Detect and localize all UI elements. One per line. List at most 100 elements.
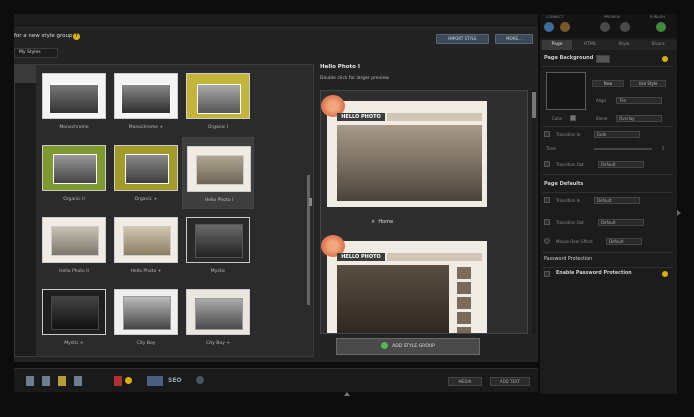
style-thumb-organic-ii[interactable]: Organic II <box>38 141 110 209</box>
thumb-label: Hello Photo + <box>130 269 162 274</box>
mouse-over-label: Mouse Over Effect <box>556 239 593 244</box>
more-button[interactable]: MORE... <box>495 34 533 44</box>
preview-photo <box>337 265 449 333</box>
chevron-right-icon[interactable] <box>677 210 681 216</box>
color-label: Color <box>552 116 563 121</box>
tab-page[interactable]: Page <box>542 40 572 50</box>
media-button[interactable]: MEDIA <box>448 377 482 386</box>
background-swatch[interactable] <box>546 72 586 110</box>
preview-page-1: HELLO PHOTO <box>321 95 487 207</box>
thumb-image <box>42 217 106 263</box>
time-label: Time <box>546 146 556 151</box>
thumb-image <box>114 145 178 191</box>
style-thumb-hello-photo-i[interactable]: Hello Photo I <box>182 137 254 209</box>
bottom-toolbar: SEO MEDIA ADD TEXT <box>14 368 538 392</box>
preview-icon[interactable] <box>600 22 610 32</box>
align-select[interactable]: Tile <box>616 97 662 104</box>
thumb-image <box>114 73 178 119</box>
panel-header: CONNECT PREVIEW PUBLISH <box>540 14 677 38</box>
enable-password-label: Enable Password Protection <box>556 271 632 276</box>
share-icon[interactable] <box>560 22 570 32</box>
mouse-over-select[interactable]: Default <box>606 238 642 245</box>
thumb-label: City Boy <box>136 341 156 346</box>
tab-my-styles[interactable]: My Styles <box>14 48 58 58</box>
add-style-group-label: ADD STYLE GROUP <box>392 344 435 349</box>
transition-out-toggle[interactable] <box>544 161 550 167</box>
publish-icon[interactable] <box>656 22 666 32</box>
page-settings-icon[interactable] <box>74 376 82 386</box>
connect-icon[interactable] <box>544 22 554 32</box>
style-thumb-monochrome-plus[interactable]: Monochrome + <box>110 69 182 137</box>
tab-html[interactable]: HTML <box>574 40 606 50</box>
tab-share[interactable]: Share <box>642 40 674 50</box>
help-icon[interactable]: ? <box>73 33 80 40</box>
layout-icon[interactable] <box>147 376 163 386</box>
connect-caption: CONNECT <box>546 15 564 19</box>
thumb-label: Mystic + <box>64 341 84 346</box>
enable-password-checkbox[interactable] <box>544 271 550 277</box>
blend-select[interactable]: Overlay <box>616 115 662 122</box>
thumb-label: City Boy + <box>206 341 230 346</box>
import-style-button[interactable]: IMPORT STYLE <box>436 34 489 44</box>
delete-icon[interactable] <box>114 376 122 386</box>
default-transition-out-toggle[interactable] <box>544 219 550 225</box>
style-thumb-mystic[interactable]: Mystic <box>182 213 254 281</box>
thumb-image <box>186 73 250 119</box>
thumb-label: Hello Photo I <box>204 198 234 203</box>
default-transition-out-select[interactable]: Default <box>598 219 644 226</box>
transition-in-toggle[interactable] <box>544 131 550 137</box>
time-slider[interactable] <box>594 148 652 150</box>
help-icon[interactable] <box>662 56 668 62</box>
page-icon[interactable] <box>26 376 34 386</box>
time-value: 5 <box>662 146 665 151</box>
page-copy-icon[interactable] <box>42 376 50 386</box>
style-thumb-monochrome[interactable]: Monochrome <box>38 69 110 137</box>
blend-label: Blend <box>596 116 608 121</box>
help-icon[interactable] <box>662 271 668 277</box>
style-thumb-organic-plus[interactable]: Organic + <box>110 141 182 209</box>
gallery-scrollbar[interactable] <box>307 175 310 305</box>
preview-menu <box>387 253 482 261</box>
transition-out-label: Transition Out <box>556 162 584 167</box>
new-background-button[interactable]: New <box>592 80 624 87</box>
mouse-over-icon[interactable] <box>544 238 550 244</box>
close-icon: × <box>371 219 376 225</box>
style-thumb-city-boy[interactable]: City Boy <box>110 285 182 353</box>
style-thumb-hello-photo-plus[interactable]: Hello Photo + <box>110 213 182 281</box>
style-thumb-city-boy-plus[interactable]: City Boy + <box>182 285 254 353</box>
seo-button[interactable]: SEO <box>168 377 182 384</box>
transition-out-select[interactable]: Default <box>598 161 644 168</box>
thumb-label: Mystic <box>210 269 226 274</box>
color-picker[interactable] <box>570 115 576 121</box>
add-style-group-button[interactable]: ADD STYLE GROUP <box>336 338 480 355</box>
style-thumb-organic-i[interactable]: Organic I <box>182 69 254 137</box>
style-thumb-mystic-plus[interactable]: Mystic + <box>38 285 110 353</box>
tab-style[interactable]: Style <box>608 40 640 50</box>
default-transition-in-select[interactable]: Default <box>594 197 640 204</box>
lock-icon[interactable] <box>596 55 610 63</box>
panel-tabs: Page HTML Style Share <box>540 40 677 50</box>
preview-home-label: × Home <box>371 219 393 225</box>
preview-banner: HELLO PHOTO <box>337 113 385 121</box>
preview-box[interactable]: HELLO PHOTO × Home HELLO PHOTO <box>320 90 528 334</box>
style-thumb-hello-photo-ii[interactable]: Hello Photo II <box>38 213 110 281</box>
preview-scrollbar[interactable] <box>532 90 536 334</box>
pane-resize-handle[interactable] <box>309 198 312 206</box>
chevron-up-icon[interactable] <box>344 392 350 396</box>
mobile-preview-icon[interactable] <box>620 22 630 32</box>
thumb-label: Monochrome <box>59 125 89 130</box>
publish-caption: PUBLISH <box>650 15 665 19</box>
default-transition-in-toggle[interactable] <box>544 197 550 203</box>
zoom-icon[interactable] <box>196 376 204 384</box>
transition-in-select[interactable]: Fade <box>594 131 640 138</box>
use-style-button[interactable]: Use Style <box>630 80 666 87</box>
thumb-label: Monochrome + <box>128 125 164 130</box>
thumb-label: Hello Photo II <box>59 269 89 274</box>
edit-icon[interactable] <box>58 376 66 386</box>
default-transition-in-label: Transition In <box>556 198 581 203</box>
help-icon[interactable] <box>125 377 132 384</box>
thumb-image <box>42 289 106 335</box>
preview-title: Hello Photo I <box>320 64 360 70</box>
plus-icon <box>381 342 389 349</box>
add-text-button[interactable]: ADD TEXT <box>490 377 530 386</box>
